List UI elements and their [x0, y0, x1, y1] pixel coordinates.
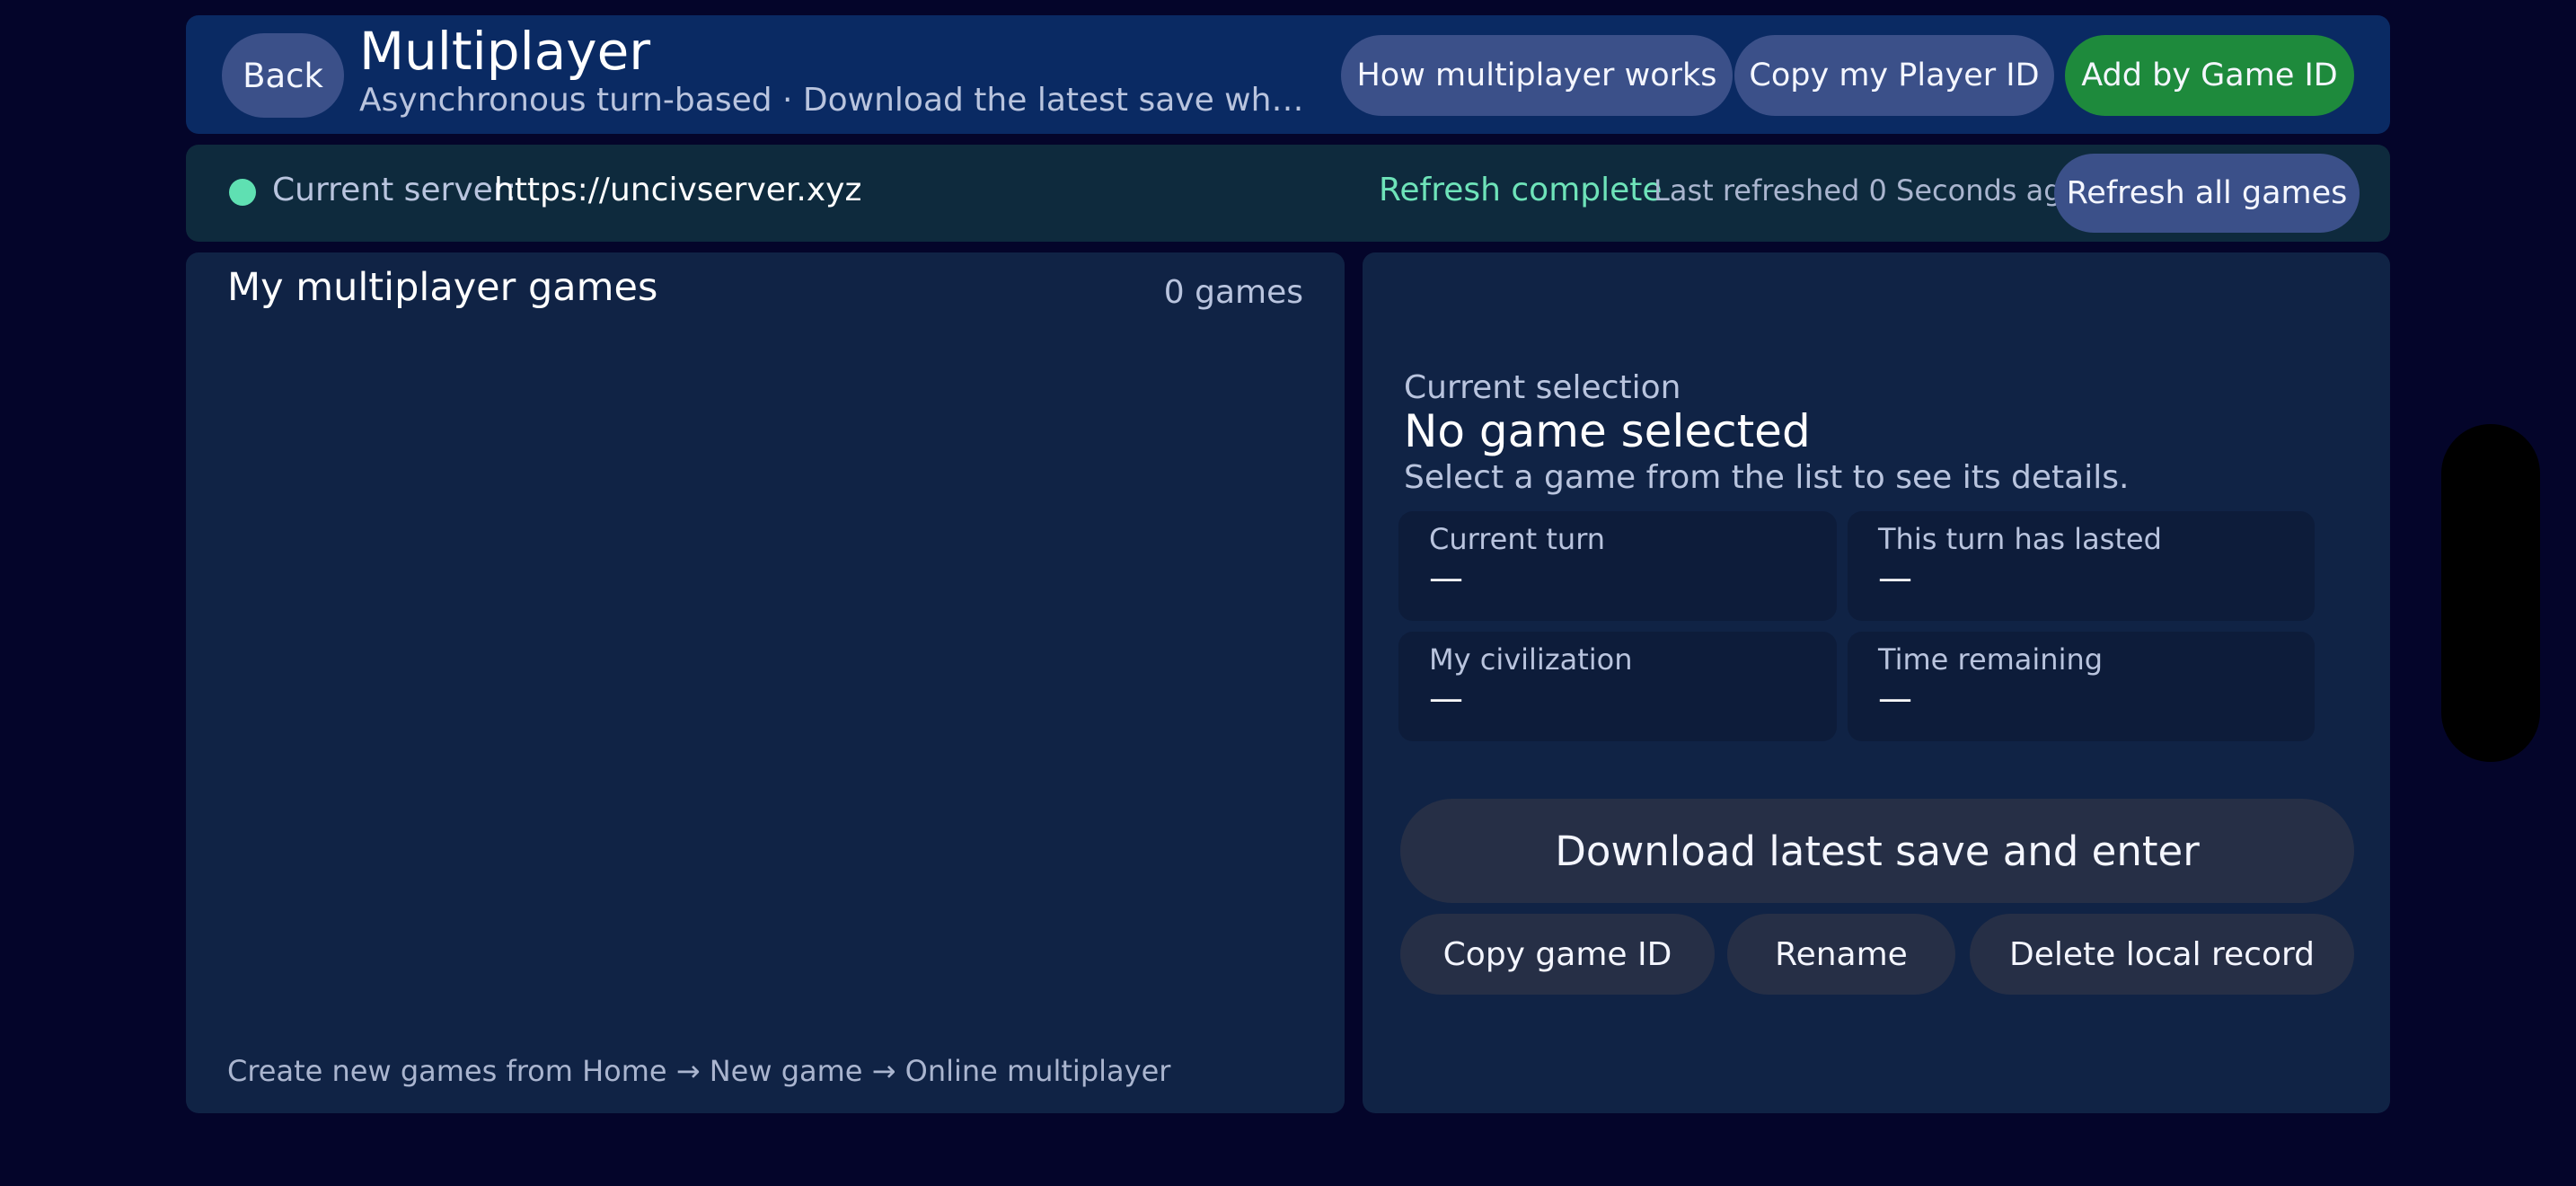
refresh-all-games-button[interactable]: Refresh all games	[2054, 154, 2360, 233]
server-status-bar: Current server: https://uncivserver.xyz …	[186, 145, 2390, 242]
page-subtitle: Asynchronous turn-based · Download the l…	[359, 82, 1313, 119]
delete-local-record-button[interactable]: Delete local record	[1970, 914, 2354, 995]
games-count: 0 games	[1163, 274, 1303, 311]
download-save-button[interactable]: Download latest save and enter	[1400, 799, 2354, 903]
add-by-game-id-button[interactable]: Add by Game ID	[2065, 35, 2354, 116]
selection-caption: Current selection	[1404, 369, 1681, 406]
stat-value: —	[1429, 678, 1463, 718]
selection-title: No game selected	[1404, 405, 1811, 457]
stat-value: —	[1878, 678, 1912, 718]
stat-value: —	[1878, 558, 1912, 597]
games-hint: Create new games from Home → New game → …	[227, 1054, 1171, 1088]
how-multiplayer-works-button[interactable]: How multiplayer works	[1341, 35, 1733, 116]
stat-value: —	[1429, 558, 1463, 597]
games-panel: My multiplayer games 0 games Create new …	[186, 252, 1345, 1113]
last-refreshed: Last refreshed 0 Seconds ago	[1654, 173, 2080, 208]
server-status-dot-icon	[229, 179, 256, 206]
refresh-status: Refresh complete	[1379, 172, 1663, 208]
server-label: Current server:	[272, 172, 517, 208]
stat-label: Current turn	[1429, 522, 1606, 556]
rename-button[interactable]: Rename	[1727, 914, 1955, 995]
stat-label: This turn has lasted	[1878, 522, 2162, 556]
header-bar: Back Multiplayer Asynchronous turn-based…	[186, 15, 2390, 134]
stat-current-turn: Current turn —	[1398, 511, 1837, 621]
stat-my-civilization: My civilization —	[1398, 632, 1837, 741]
copy-player-id-button[interactable]: Copy my Player ID	[1734, 35, 2054, 116]
stat-label: My civilization	[1429, 642, 1633, 677]
server-url: https://uncivserver.xyz	[494, 172, 862, 208]
page-title: Multiplayer	[359, 21, 651, 82]
stat-label: Time remaining	[1878, 642, 2104, 677]
side-handle	[2441, 424, 2540, 762]
selection-panel: Current selection No game selected Selec…	[1363, 252, 2390, 1113]
copy-game-id-button[interactable]: Copy game ID	[1400, 914, 1715, 995]
stat-time-remaining: Time remaining —	[1848, 632, 2315, 741]
back-button[interactable]: Back	[222, 33, 344, 118]
stat-turn-lasted: This turn has lasted —	[1848, 511, 2315, 621]
games-list[interactable]	[213, 333, 1318, 1034]
games-panel-title: My multiplayer games	[227, 265, 658, 310]
selection-description: Select a game from the list to see its d…	[1404, 459, 2130, 496]
